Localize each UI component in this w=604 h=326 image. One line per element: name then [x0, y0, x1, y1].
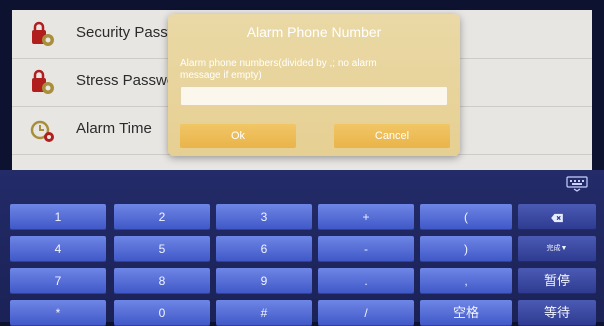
settings-item-label: Alarm Time [76, 120, 152, 137]
key-6[interactable]: 6 [216, 236, 312, 262]
key-1[interactable]: 1 [10, 204, 106, 230]
alarm-phone-input[interactable] [180, 86, 448, 106]
space-key[interactable]: 空格 [420, 300, 512, 326]
pause-key[interactable]: 暂停 [518, 268, 596, 294]
dialog-message: Alarm phone numbers(divided by ,; no ala… [180, 58, 377, 81]
key-close-paren[interactable]: ) [420, 236, 512, 262]
wait-key[interactable]: 等待 [518, 300, 596, 326]
key-8[interactable]: 8 [114, 268, 210, 294]
key-7[interactable]: 7 [10, 268, 106, 294]
numeric-keyboard: 1 2 3 + ( 4 5 6 - ) 完成▼ 7 8 9 . , 暂停 * 0… [0, 170, 604, 326]
key-comma[interactable]: , [420, 268, 512, 294]
ok-button[interactable]: Ok [180, 124, 296, 148]
dialog-title: Alarm Phone Number [246, 24, 382, 40]
key-slash[interactable]: / [318, 300, 414, 326]
key-star[interactable]: * [10, 300, 106, 326]
key-open-paren[interactable]: ( [420, 204, 512, 230]
key-minus[interactable]: - [318, 236, 414, 262]
key-4[interactable]: 4 [10, 236, 106, 262]
done-key[interactable]: 完成▼ [518, 236, 596, 262]
key-period[interactable]: . [318, 268, 414, 294]
alarm-phone-dialog: Alarm Phone Number Alarm phone numbers(d… [168, 14, 460, 156]
key-hash[interactable]: # [216, 300, 312, 326]
key-5[interactable]: 5 [114, 236, 210, 262]
key-3[interactable]: 3 [216, 204, 312, 230]
key-plus[interactable]: + [318, 204, 414, 230]
key-2[interactable]: 2 [114, 204, 210, 230]
key-9[interactable]: 9 [216, 268, 312, 294]
backspace-key[interactable] [518, 204, 596, 230]
key-0[interactable]: 0 [114, 300, 210, 326]
lock-gear-icon [32, 21, 54, 46]
cancel-button[interactable]: Cancel [334, 124, 450, 148]
lock-gear-icon [32, 69, 54, 94]
keyboard-hide-icon[interactable] [566, 176, 588, 192]
backspace-icon [551, 213, 563, 222]
clock-gear-icon [30, 120, 54, 142]
